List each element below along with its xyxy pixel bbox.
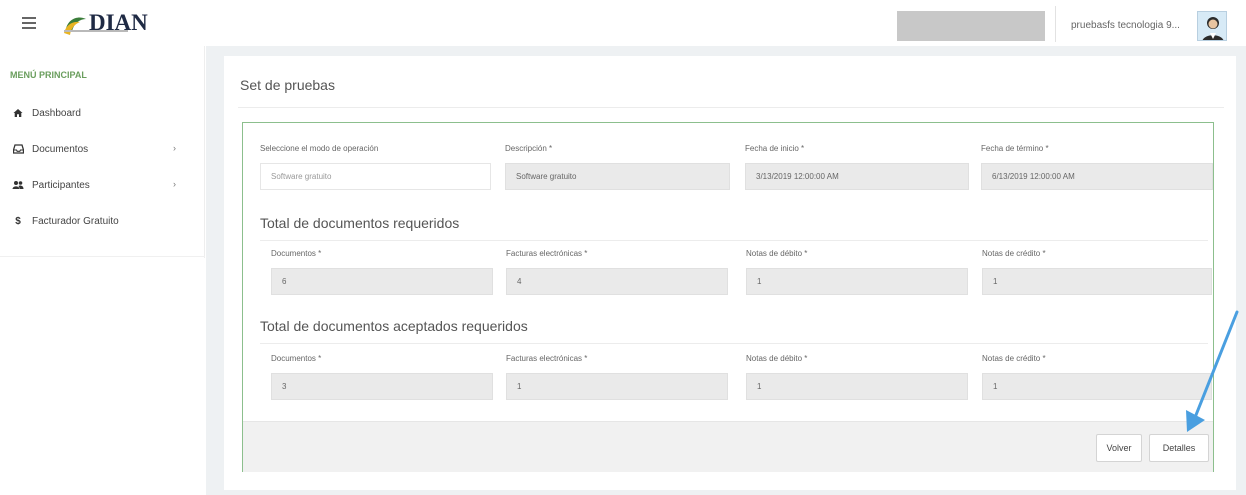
sidebar-item-label: Dashboard bbox=[32, 107, 81, 119]
main-content: Set de pruebas Seleccione el modo de ope… bbox=[206, 46, 1246, 495]
end-date-label: Fecha de término * bbox=[981, 144, 1049, 153]
sidebar-item-label: Documentos bbox=[32, 143, 89, 155]
accepted-invoices-label: Facturas electrónicas * bbox=[506, 354, 588, 363]
operation-mode-input[interactable]: Software gratuito bbox=[260, 163, 491, 190]
sidebar-bottom-border bbox=[0, 256, 205, 257]
sidebar-title: MENÚ PRINCIPAL bbox=[10, 70, 87, 80]
header-placeholder-box bbox=[897, 11, 1045, 41]
start-date-field: 3/13/2019 12:00:00 AM bbox=[745, 163, 969, 190]
start-date-label: Fecha de inicio * bbox=[745, 144, 805, 153]
dollar-icon: $ bbox=[15, 215, 21, 227]
accepted-debit-notes-label: Notas de débito * bbox=[746, 354, 808, 363]
required-invoices-label: Facturas electrónicas * bbox=[506, 249, 588, 258]
home-icon bbox=[10, 107, 26, 119]
accepted-documents-label: Documentos * bbox=[271, 354, 322, 363]
end-date-field: 6/13/2019 12:00:00 AM bbox=[981, 163, 1213, 190]
header-divider bbox=[1055, 6, 1056, 42]
required-invoices-field: 4 bbox=[506, 268, 728, 295]
sidebar-item-label: Participantes bbox=[32, 179, 90, 191]
sidebar-item-participantes[interactable]: Participantes › bbox=[10, 176, 190, 194]
accepted-credit-notes-field: 1 bbox=[982, 373, 1212, 400]
required-section-divider bbox=[260, 240, 1208, 241]
users-icon bbox=[10, 179, 26, 191]
sidebar: MENÚ PRINCIPAL Dashboard Documentos › Pa… bbox=[0, 46, 205, 258]
username[interactable]: pruebasfs tecnologia 9... bbox=[1071, 20, 1180, 31]
back-button[interactable]: Volver bbox=[1096, 434, 1142, 462]
accepted-section-title: Total de documentos aceptados requeridos bbox=[260, 318, 528, 334]
accepted-credit-notes-label: Notas de crédito * bbox=[982, 354, 1046, 363]
mode-label: Seleccione el modo de operación bbox=[260, 144, 379, 153]
dian-logo-mark-icon bbox=[64, 17, 86, 35]
details-button[interactable]: Detalles bbox=[1149, 434, 1209, 462]
inbox-icon bbox=[10, 143, 26, 155]
sidebar-item-label: Facturador Gratuito bbox=[32, 215, 119, 227]
logo-underline bbox=[64, 30, 128, 32]
chevron-right-icon: › bbox=[173, 179, 176, 189]
dian-logo[interactable]: DIAN bbox=[62, 8, 148, 38]
required-debit-notes-field: 1 bbox=[746, 268, 968, 295]
avatar[interactable] bbox=[1197, 11, 1227, 41]
test-set-panel: Seleccione el modo de operación Software… bbox=[242, 122, 1214, 472]
sidebar-item-facturador-gratuito[interactable]: $ Facturador Gratuito bbox=[10, 212, 190, 230]
required-documents-label: Documentos * bbox=[271, 249, 322, 258]
accepted-debit-notes-field: 1 bbox=[746, 373, 968, 400]
required-debit-notes-label: Notas de débito * bbox=[746, 249, 808, 258]
required-section-title: Total de documentos requeridos bbox=[260, 215, 460, 231]
required-credit-notes-field: 1 bbox=[982, 268, 1212, 295]
sidebar-item-documentos[interactable]: Documentos › bbox=[10, 140, 190, 158]
top-bar: DIAN pruebasfs tecnologia 9... bbox=[0, 0, 1246, 46]
chevron-right-icon: › bbox=[173, 143, 176, 153]
accepted-invoices-field: 1 bbox=[506, 373, 728, 400]
panel-footer: Volver Detalles bbox=[243, 421, 1213, 472]
sidebar-item-dashboard[interactable]: Dashboard bbox=[10, 104, 190, 122]
page-title: Set de pruebas bbox=[240, 77, 335, 93]
accepted-section-divider bbox=[260, 343, 1208, 344]
menu-toggle-icon[interactable] bbox=[22, 17, 36, 29]
content-card: Set de pruebas Seleccione el modo de ope… bbox=[224, 56, 1236, 490]
title-divider bbox=[238, 107, 1224, 108]
required-documents-field: 6 bbox=[271, 268, 493, 295]
required-credit-notes-label: Notas de crédito * bbox=[982, 249, 1046, 258]
description-field: Software gratuito bbox=[505, 163, 730, 190]
accepted-documents-field: 3 bbox=[271, 373, 493, 400]
user-avatar-icon bbox=[1198, 12, 1226, 40]
description-label: Descripción * bbox=[505, 144, 553, 153]
